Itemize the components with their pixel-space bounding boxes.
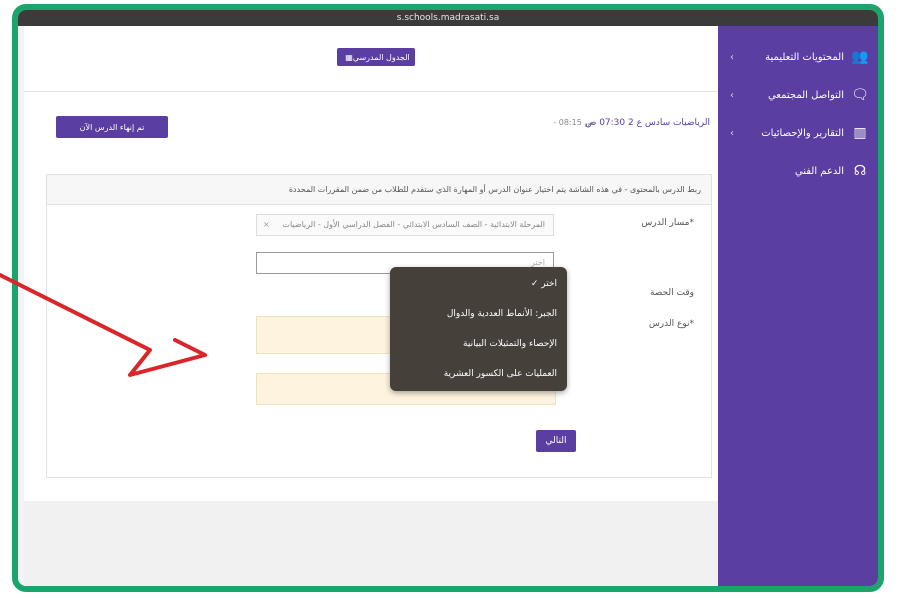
lesson-path-label: مسار الدرس*	[641, 218, 694, 228]
chevron-left-icon: ‹	[730, 51, 734, 63]
school-schedule-label: الجدول المدرسي	[352, 52, 410, 62]
sidebar-item-label: الدعم الفني	[794, 165, 844, 177]
footer-band	[24, 501, 724, 586]
dropdown-option-statistics[interactable]: الإحصاء والتمثيلات البيانية	[463, 333, 557, 355]
chat-icon: 🗨	[851, 87, 869, 103]
sidebar: ‹ المحتويات التعليمية 👥 ‹ التواصل المجتم…	[718, 26, 878, 586]
divider	[24, 91, 724, 92]
chevron-left-icon: ‹	[730, 127, 734, 139]
url-bar[interactable]: s.schools.madrasati.sa	[18, 10, 878, 26]
sidebar-item-community[interactable]: ‹ التواصل المجتمعي 🗨	[728, 84, 869, 106]
sidebar-item-reports[interactable]: ‹ التقارير والإحصائيات ▥	[728, 122, 868, 144]
users-icon: 👥	[851, 49, 869, 65]
dropdown-option-algebra[interactable]: الجبر: الأنماط العددية والدوال	[447, 303, 557, 325]
lesson-dropdown-menu[interactable]: ✓ اختر الجبر: الأنماط العددية والدوال ال…	[390, 267, 567, 391]
annotation-arrow-icon	[0, 273, 207, 377]
chevron-left-icon: ‹	[730, 89, 734, 101]
dropdown-option-choose[interactable]: ✓ اختر	[531, 273, 557, 295]
sidebar-item-support[interactable]: الدعم الفني ☊	[728, 160, 868, 182]
bar-chart-icon: ▥	[853, 125, 867, 141]
calendar-icon: ▦	[345, 52, 353, 62]
sidebar-item-content[interactable]: ‹ المحتويات التعليمية 👥	[728, 46, 869, 68]
lesson-path-field[interactable]: المرحلة الابتدائية - الصف السادس الابتدا…	[256, 214, 554, 236]
unit-label: وقت الحصة	[649, 288, 694, 298]
search-placeholder: اختر	[531, 258, 545, 267]
next-button[interactable]: التالي	[536, 430, 576, 452]
lesson-path-value: المرحلة الابتدائية - الصف السادس الابتدا…	[282, 220, 545, 229]
headset-icon: ☊	[853, 163, 867, 179]
sidebar-item-label: التقارير والإحصائيات	[761, 127, 844, 139]
clear-icon[interactable]: ×	[263, 215, 270, 235]
school-schedule-button[interactable]: ▦ الجدول المدرسي	[337, 48, 415, 66]
dropdown-option-decimals[interactable]: العمليات على الكسور العشرية	[444, 363, 557, 385]
next-label: التالي	[545, 436, 567, 446]
lesson-type-label: نوع الدرس*	[648, 319, 694, 329]
section-title: ربط الدرس بالمحتوى - في هذه الشاشة يتم ا…	[47, 175, 711, 205]
end-lesson-label: تم إنهاء الدرس الآن	[79, 122, 145, 132]
lesson-time: - 08:15 ص	[553, 118, 594, 127]
sidebar-item-label: المحتويات التعليمية	[765, 51, 844, 63]
sidebar-item-label: التواصل المجتمعي	[767, 89, 844, 101]
lesson-title: الرياضيات سادس ع 2 07:30 ص	[585, 118, 710, 128]
end-lesson-button[interactable]: تم إنهاء الدرس الآن	[56, 116, 168, 138]
